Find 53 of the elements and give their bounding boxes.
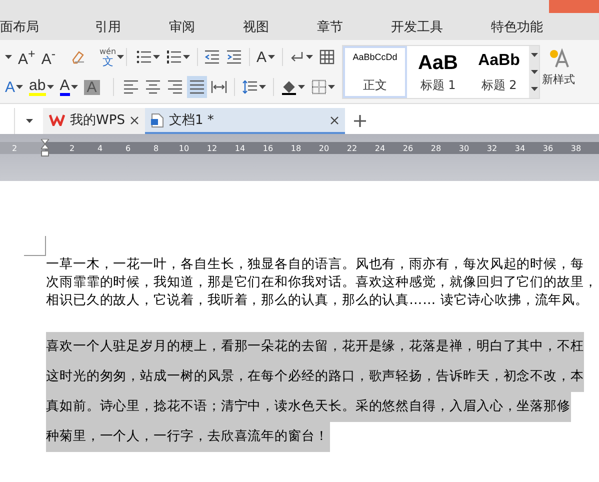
pinyin-button[interactable]: wén 文 bbox=[98, 46, 126, 68]
color-button[interactable]: ab bbox=[27, 76, 56, 98]
text-line: 一草一木，一花一叶，各自生长，独显各自的语言。风也有，雨亦有，每次风起的时候，每 bbox=[46, 256, 584, 274]
new-tab-icon[interactable] bbox=[353, 114, 367, 128]
caret-icon bbox=[5, 55, 12, 59]
close-icon[interactable] bbox=[130, 116, 139, 124]
color-button[interactable]: A bbox=[58, 76, 80, 98]
ruler[interactable]: 2 2 4 6 8 10 12 14 16 18 20 22 24 26 28 30 32 34 36 38 bbox=[0, 142, 599, 154]
style-item[interactable]: AaBbCcDd 正文 bbox=[343, 46, 407, 98]
margin-corner-mark bbox=[24, 236, 46, 256]
text-line: 相识已久的故人，它说着，我听着，那么的认真，那么的认真…… 读它诗心吹拂，流年风。 bbox=[46, 292, 590, 310]
close-icon[interactable] bbox=[330, 116, 339, 124]
bullet-list-icon bbox=[136, 49, 152, 65]
align-center-icon bbox=[145, 79, 162, 95]
document-tab[interactable]: 我的WPS bbox=[43, 108, 145, 134]
justify-button[interactable] bbox=[187, 76, 208, 98]
table-icon bbox=[319, 49, 336, 65]
style-item[interactable]: AaBb 标题 2 bbox=[469, 46, 529, 98]
indent-icon bbox=[226, 49, 242, 65]
align-right-icon bbox=[167, 79, 184, 95]
distribute-icon bbox=[211, 79, 228, 95]
text-effect-button[interactable]: A bbox=[3, 76, 26, 98]
font-button[interactable]: A$^{-}$ bbox=[39, 46, 58, 68]
menu-tab[interactable]: 开发工具 bbox=[367, 18, 467, 36]
menu-tab[interactable]: 引用 bbox=[71, 18, 145, 36]
paint-bucket-icon bbox=[281, 79, 297, 95]
borders-icon bbox=[311, 79, 327, 95]
menu-tab[interactable]: 审阅 bbox=[145, 18, 219, 36]
sparkle-icon bbox=[548, 48, 570, 68]
font-button[interactable]: A$^{+}$ bbox=[16, 46, 38, 68]
gallery-scrollbar[interactable] bbox=[529, 46, 539, 98]
numbered-list-icon bbox=[166, 49, 182, 65]
justify-icon bbox=[189, 79, 206, 95]
line-spacing-icon bbox=[242, 79, 258, 95]
align-left-icon bbox=[123, 79, 140, 95]
document-icon bbox=[151, 112, 164, 128]
w-logo-icon bbox=[49, 114, 65, 126]
caret-icon bbox=[530, 87, 538, 92]
caret-icon bbox=[530, 52, 538, 57]
indent-marker-icon[interactable] bbox=[41, 139, 49, 159]
font-button[interactable]: A bbox=[254, 46, 277, 68]
menu-tab[interactable]: 面布局 bbox=[0, 18, 71, 36]
caret-icon bbox=[530, 70, 538, 74]
text-line: 次雨霏霏的时候，我知道，那是它们在和你我对话。喜欢这种感觉，就像回归了它们的故里， bbox=[46, 274, 598, 292]
menu-tab[interactable]: 视图 bbox=[219, 18, 293, 36]
outdent-icon bbox=[204, 49, 220, 65]
new-style-button[interactable]: 新样式 bbox=[540, 40, 577, 103]
document-tab[interactable]: 文档1 * bbox=[145, 108, 345, 134]
menu-tab[interactable]: 特色功能 bbox=[467, 18, 567, 36]
style-item[interactable]: AaB 标题 1 bbox=[407, 46, 469, 98]
caret-icon bbox=[26, 119, 32, 123]
menu-tab[interactable]: 章节 bbox=[293, 18, 367, 36]
eraser-icon bbox=[70, 49, 86, 65]
